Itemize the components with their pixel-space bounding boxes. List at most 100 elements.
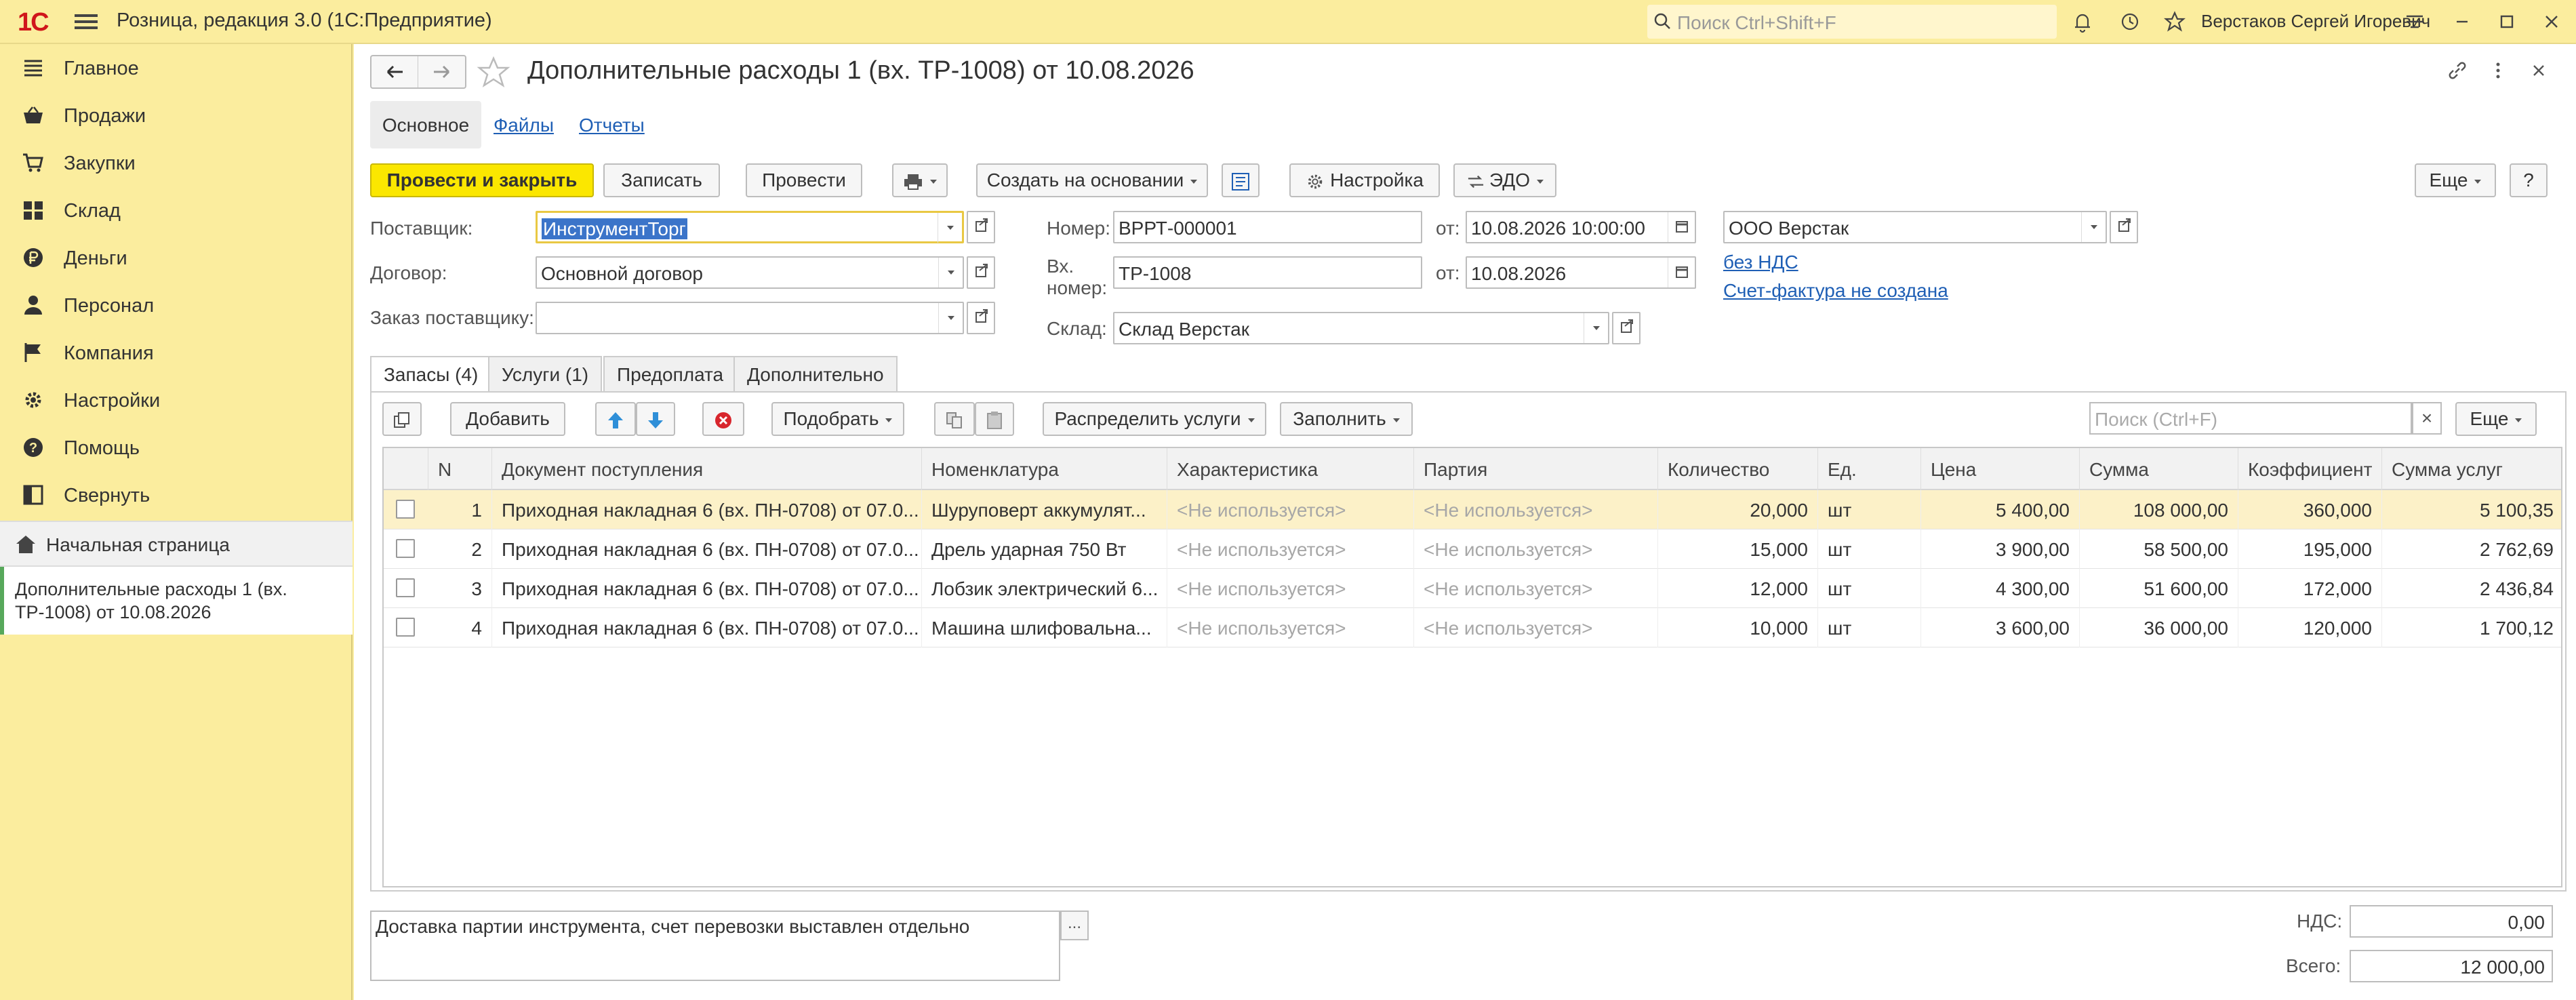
column-header-n[interactable]: N <box>428 448 492 490</box>
structure-button[interactable] <box>1222 163 1260 197</box>
forward-button[interactable] <box>419 56 466 87</box>
in-number-field[interactable]: ТР-1008 <box>1113 256 1422 289</box>
edo-button[interactable]: ЭДО <box>1453 163 1556 197</box>
column-header-coefficient[interactable]: Коэффициент <box>2238 448 2382 490</box>
supplier-field[interactable]: ИнструментТорг <box>536 211 964 243</box>
pick-button[interactable]: Подобрать <box>771 402 904 436</box>
organization-open-button[interactable] <box>2110 211 2138 243</box>
table-row[interactable]: 1 Приходная накладная 6 (вх. ПН-0708) от… <box>384 490 2561 529</box>
supplier-open-button[interactable] <box>967 211 995 243</box>
sidebar-item-help[interactable]: ? Помощь <box>0 424 353 471</box>
sidebar-item-settings[interactable]: Настройки <box>0 376 353 424</box>
tab-inventory[interactable]: Запасы (4) <box>370 356 492 393</box>
save-button[interactable]: Записать <box>603 163 720 197</box>
tab-main[interactable]: Основное <box>370 101 481 148</box>
column-header-characteristic[interactable]: Характеристика <box>1167 448 1414 490</box>
add-row-button[interactable]: Добавить <box>450 402 565 436</box>
organization-dropdown[interactable] <box>2081 212 2106 242</box>
table-search-input[interactable]: Поиск (Ctrl+F) <box>2089 402 2412 435</box>
move-down-button[interactable] <box>636 402 675 436</box>
open-document-tab[interactable]: Дополнительные расходы 1 (вх. ТР-1008) о… <box>0 567 353 635</box>
contract-field[interactable]: Основной договор <box>536 256 964 289</box>
sidebar-item-staff[interactable]: Персонал <box>0 281 353 329</box>
favorite-star-icon[interactable] <box>476 55 511 90</box>
number-field[interactable]: ВРРТ-000001 <box>1113 211 1422 243</box>
row-checkbox[interactable] <box>396 618 415 637</box>
in-date-field[interactable]: 10.08.2026 <box>1466 256 1696 289</box>
date-field[interactable]: 10.08.2026 10:00:00 <box>1466 211 1696 243</box>
column-header-receipt-document[interactable]: Документ поступления <box>492 448 922 490</box>
column-header-quantity[interactable]: Количество <box>1658 448 1818 490</box>
table-search-clear-button[interactable]: × <box>2412 402 2442 435</box>
sidebar-item-warehouse[interactable]: Склад <box>0 186 353 234</box>
column-header-unit[interactable]: Ед. <box>1818 448 1921 490</box>
tab-reports[interactable]: Отчеты <box>579 101 645 148</box>
tab-prepayment[interactable]: Предоплата <box>603 356 738 391</box>
move-up-button[interactable] <box>595 402 636 436</box>
more-vertical-icon[interactable] <box>2487 59 2510 82</box>
distribute-services-button[interactable]: Распределить услуги <box>1043 402 1266 436</box>
date-calendar-button[interactable] <box>1668 212 1695 242</box>
supplier-order-field[interactable] <box>536 302 964 334</box>
history-icon[interactable] <box>2118 9 2142 34</box>
warehouse-open-button[interactable] <box>1612 312 1641 344</box>
row-checkbox[interactable] <box>396 500 415 519</box>
tab-files[interactable]: Файлы <box>494 101 554 148</box>
table-row[interactable]: 4 Приходная накладная 6 (вх. ПН-0708) от… <box>384 608 2561 647</box>
maximize-icon[interactable] <box>2495 9 2519 34</box>
close-icon[interactable] <box>2539 9 2564 34</box>
comment-field[interactable]: Доставка партии инструмента, счет перево… <box>370 911 1060 981</box>
home-page-link[interactable]: Начальная страница <box>0 521 353 567</box>
create-based-on-button[interactable]: Создать на основании <box>976 163 1208 197</box>
favorites-icon[interactable] <box>2162 9 2187 34</box>
warehouse-dropdown[interactable] <box>1584 313 1608 343</box>
row-checkbox[interactable] <box>396 539 415 558</box>
table-row[interactable]: 2 Приходная накладная 6 (вх. ПН-0708) от… <box>384 529 2561 569</box>
bell-icon[interactable] <box>2070 9 2095 34</box>
sidebar-item-purchases[interactable]: Закупки <box>0 139 353 186</box>
post-button[interactable]: Провести <box>746 163 862 197</box>
warehouse-field[interactable]: Склад Верстак <box>1113 312 1609 344</box>
main-menu-icon[interactable] <box>75 11 98 34</box>
vat-link[interactable]: без НДС <box>1723 252 1798 273</box>
supplier-order-open-button[interactable] <box>967 302 995 334</box>
delete-row-button[interactable] <box>702 402 744 436</box>
contract-open-button[interactable] <box>967 256 995 289</box>
sidebar-item-company[interactable]: Компания <box>0 329 353 376</box>
supplier-dropdown[interactable] <box>938 213 962 243</box>
table-row[interactable]: 3 Приходная накладная 6 (вх. ПН-0708) от… <box>384 569 2561 608</box>
organization-field[interactable]: ООО Верстак <box>1723 211 2107 243</box>
copy-rows-button[interactable] <box>382 402 422 436</box>
help-button[interactable]: ? <box>2510 163 2548 197</box>
in-date-calendar-button[interactable] <box>1668 258 1695 287</box>
link-icon[interactable] <box>2446 59 2469 82</box>
contract-dropdown[interactable] <box>938 258 963 287</box>
close-form-icon[interactable] <box>2527 59 2550 82</box>
tab-services[interactable]: Услуги (1) <box>488 356 603 391</box>
copy-clipboard-button[interactable] <box>934 402 975 436</box>
comment-edit-button[interactable]: ... <box>1060 911 1089 940</box>
print-button[interactable] <box>892 163 948 197</box>
tab-additional[interactable]: Дополнительно <box>733 356 898 391</box>
minimize-icon[interactable] <box>2450 9 2474 34</box>
column-header-service-sum[interactable]: Сумма услуг <box>2382 448 2561 490</box>
fill-button[interactable]: Заполнить <box>1280 402 1413 436</box>
paste-clipboard-button[interactable] <box>975 402 1014 436</box>
more-button[interactable]: Еще <box>2415 163 2496 197</box>
row-checkbox[interactable] <box>396 578 415 597</box>
table-more-button[interactable]: Еще <box>2455 402 2537 436</box>
sidebar-item-money[interactable]: Деньги <box>0 234 353 281</box>
sidebar-item-sales[interactable]: Продажи <box>0 92 353 139</box>
settings-button[interactable]: Настройка <box>1289 163 1440 197</box>
invoice-link[interactable]: Счет-фактура не создана <box>1723 280 1948 302</box>
column-header-sum[interactable]: Сумма <box>2080 448 2238 490</box>
global-search-input[interactable]: Поиск Ctrl+Shift+F <box>1647 5 2057 39</box>
supplier-order-dropdown[interactable] <box>938 303 963 333</box>
post-and-close-button[interactable]: Провести и закрыть <box>370 163 594 197</box>
current-user[interactable]: Верстаков Сергей Игоревич <box>2201 11 2430 32</box>
column-header-item[interactable]: Номенклатура <box>922 448 1167 490</box>
column-header-batch[interactable]: Партия <box>1414 448 1658 490</box>
back-button[interactable] <box>371 56 418 87</box>
sidebar-item-collapse[interactable]: Свернуть <box>0 471 353 519</box>
settings-menu-icon[interactable] <box>2402 9 2427 34</box>
